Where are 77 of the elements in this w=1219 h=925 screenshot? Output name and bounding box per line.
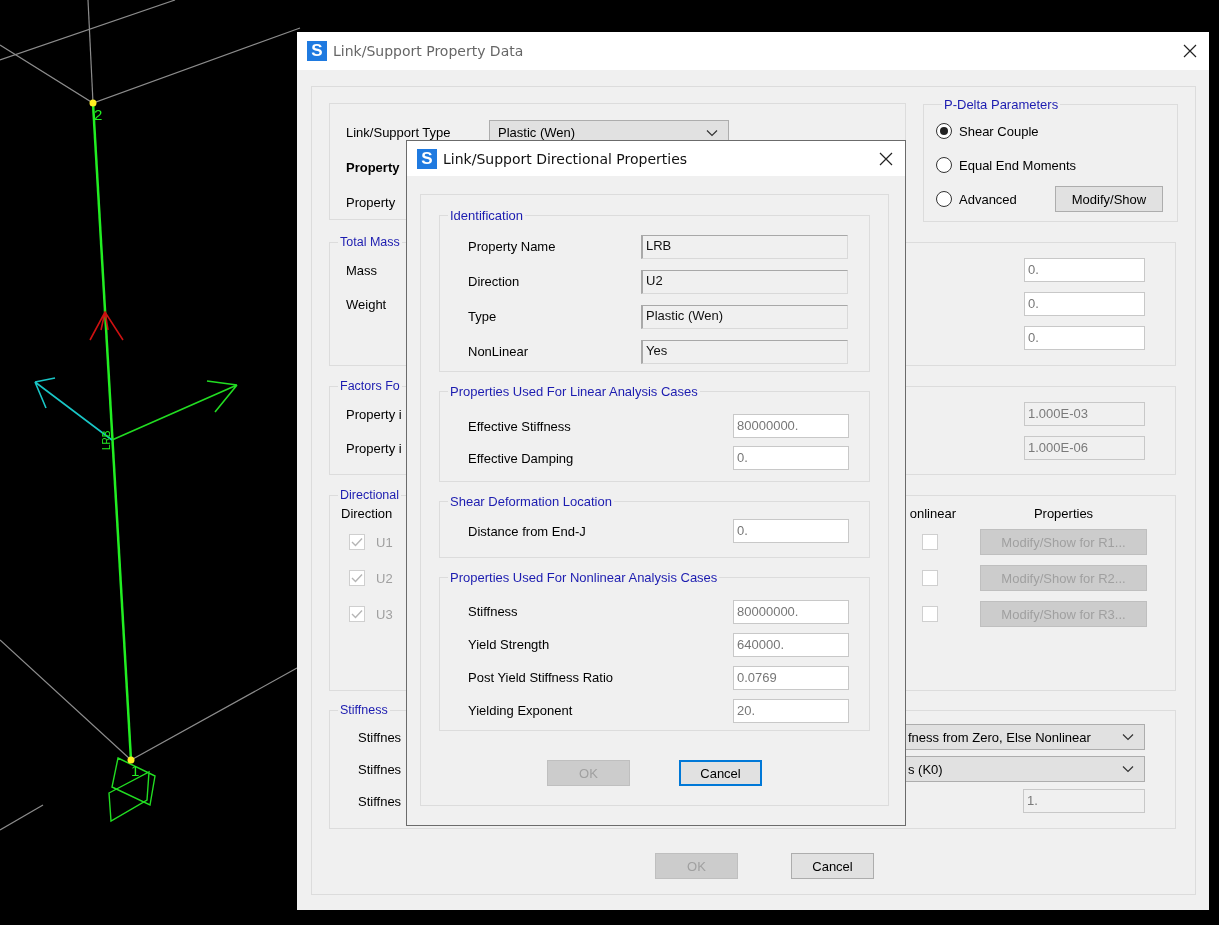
text-field[interactable]: Yes: [641, 339, 848, 364]
field-label: Effective Stiffness: [468, 418, 572, 434]
window-title: Link/Support Property Data: [333, 43, 525, 59]
check-icon: [351, 609, 363, 619]
radio-label: Advanced: [959, 191, 1018, 207]
field-label: NonLinear: [468, 344, 529, 359]
text-field[interactable]: 640000.: [733, 632, 849, 657]
field-label: Property i: [346, 440, 403, 456]
radio-button[interactable]: [936, 157, 952, 173]
field-label: Yielding Exponent: [468, 703, 574, 718]
caret-icon: [1122, 765, 1134, 773]
cancel-button[interactable]: Cancel: [679, 760, 762, 786]
group-title: Properties Used For Nonlinear Analysis Cases: [449, 570, 719, 585]
group-title: Identification: [449, 208, 524, 223]
field-label: Stiffness: [468, 604, 519, 619]
field-label: Stiffnes: [358, 793, 403, 809]
app-icon: S: [307, 41, 327, 61]
text-field[interactable]: 0.: [1024, 258, 1145, 282]
field-label: Stiffnes: [358, 729, 403, 745]
link-label: LRB: [101, 430, 112, 450]
joint-dot: [89, 99, 97, 107]
group-title: Properties Used For Linear Analysis Cases: [449, 384, 699, 399]
radio-label: Shear Couple: [959, 123, 1040, 139]
close-icon[interactable]: [1183, 44, 1197, 58]
text-field[interactable]: 80000000.: [733, 414, 849, 438]
group-title: Directional: [339, 488, 401, 502]
field-label: Link/Support Type: [346, 125, 452, 140]
text-field[interactable]: 80000000.: [733, 599, 849, 624]
group-title: Total Mass: [339, 235, 401, 249]
modify-show-button[interactable]: Modify/Show: [1055, 186, 1163, 212]
text-field[interactable]: 0.: [1024, 292, 1145, 316]
field-label: Distance from End-J: [468, 523, 587, 539]
field-label: Type: [468, 309, 498, 324]
group-title: Shear Deformation Location: [449, 494, 613, 509]
field-label: Property i: [346, 406, 403, 422]
field-label: Stiffnes: [358, 761, 403, 777]
check-icon: [351, 537, 363, 547]
check-icon: [351, 573, 363, 583]
app-icon: S: [417, 148, 437, 169]
text-field[interactable]: 20.: [733, 698, 849, 723]
caret-icon: [1122, 733, 1134, 741]
text-field[interactable]: U2: [641, 269, 848, 294]
joint-dot: [127, 756, 135, 764]
window-title: Link/Support Directional Properties: [443, 150, 689, 167]
axis-arrow: [89, 310, 124, 341]
field-label: Mass: [346, 262, 379, 278]
cancel-button[interactable]: Cancel: [791, 853, 874, 879]
column-header: onlinear: [908, 504, 956, 523]
text-field[interactable]: 0.: [733, 519, 849, 543]
close-icon[interactable]: [879, 151, 893, 166]
text-field[interactable]: Plastic (Wen): [641, 304, 848, 329]
text-field[interactable]: 0.: [1024, 326, 1145, 350]
checkbox-label: U2: [376, 570, 393, 586]
column-header: Direction: [341, 504, 394, 523]
field-label: Yield Strength: [468, 637, 551, 652]
text-field[interactable]: LRB: [641, 234, 848, 259]
group-title: Stiffness: [339, 703, 389, 717]
group-title: Factors Fo: [339, 379, 401, 393]
checkbox-label: U1: [376, 534, 393, 550]
radio-label: Equal End Moments: [959, 157, 1078, 173]
checkbox-label: U3: [376, 606, 393, 622]
radio-button[interactable]: [936, 191, 952, 207]
joint-label: 2: [94, 106, 103, 123]
support-drawing: [108, 756, 156, 823]
text-field[interactable]: 0.: [733, 446, 849, 470]
field-label: Effective Damping: [468, 450, 575, 466]
caret-icon: [706, 128, 718, 137]
field-label: Direction: [468, 274, 521, 289]
field-label: Weight: [346, 296, 388, 312]
field-label: Post Yield Stiffness Ratio: [468, 670, 614, 685]
radio-button[interactable]: [936, 123, 952, 139]
field-label: Property: [346, 195, 397, 210]
joint-label: 1: [131, 762, 140, 779]
column-header: Properties: [1032, 504, 1095, 523]
text-field[interactable]: 0.0769: [733, 665, 849, 690]
group-title: P-Delta Parameters: [943, 97, 1060, 112]
field-label: Property Name: [468, 239, 557, 254]
